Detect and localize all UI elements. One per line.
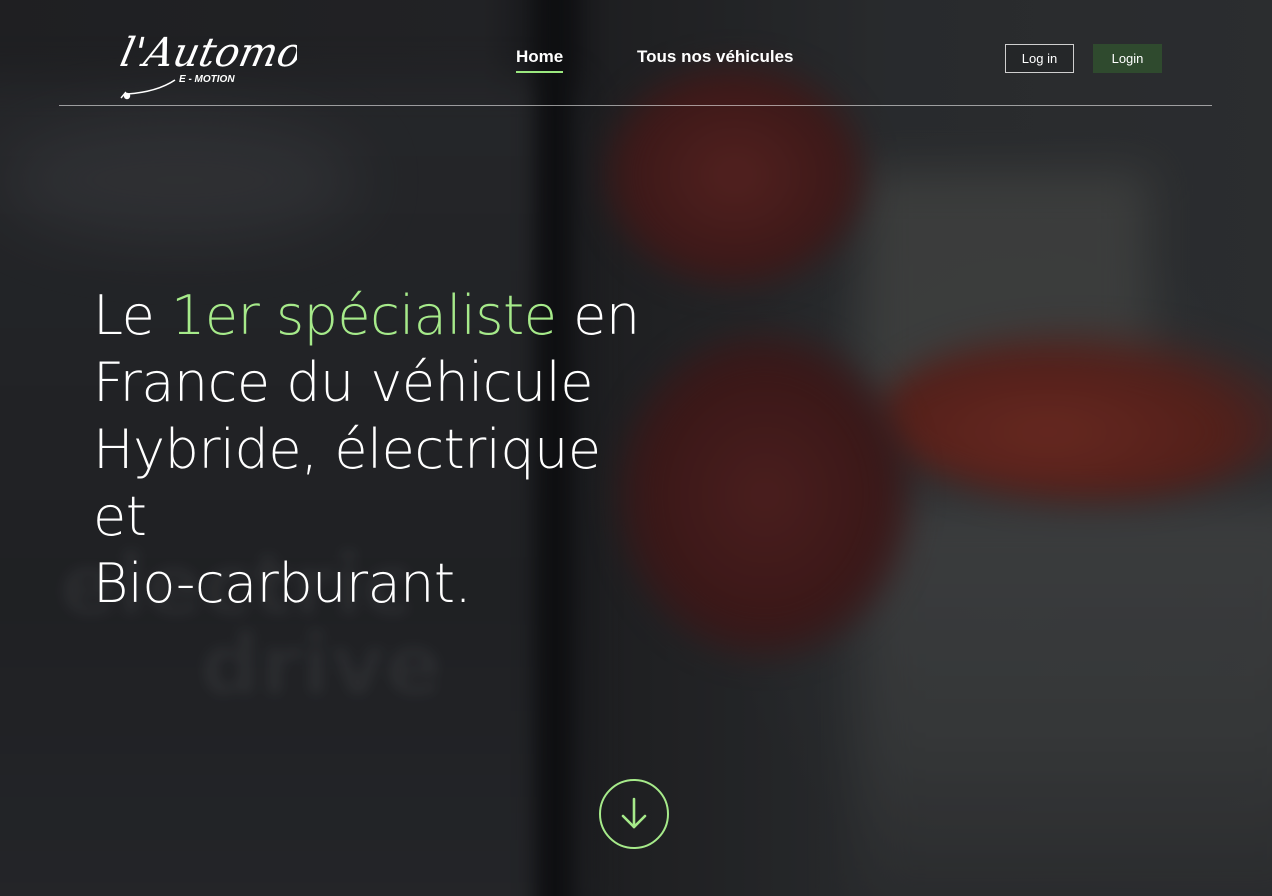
- svg-text:l'Automobile: l'Automobile: [117, 28, 297, 75]
- brand-logo[interactable]: l'Automobile E - MOTION: [117, 16, 297, 102]
- svg-text:E - MOTION: E - MOTION: [179, 74, 235, 85]
- nav-vehicles-link[interactable]: Tous nos véhicules: [637, 47, 794, 67]
- hero-headline: Le 1er spécialiste en France du véhicule H…: [93, 282, 653, 617]
- headline-line4: Bio-carburant.: [93, 552, 472, 615]
- nav-home-link[interactable]: Home: [516, 47, 564, 73]
- hero-section: electric drive l'Automobile E - MOTION H…: [0, 0, 1272, 896]
- headline-prefix: Le: [93, 284, 172, 347]
- login-button-label: Login: [1111, 51, 1144, 66]
- headline-line2: France du véhicule: [93, 351, 593, 414]
- headline-accent: 1er spécialiste: [171, 284, 557, 347]
- log-in-button-label: Log in: [1021, 51, 1058, 66]
- scroll-down-button[interactable]: [599, 779, 669, 849]
- log-in-button[interactable]: Log in: [1005, 44, 1074, 73]
- arrow-down-icon: [621, 797, 647, 829]
- login-button[interactable]: Login: [1093, 44, 1162, 73]
- headline-line3: Hybride, électrique et: [93, 418, 601, 548]
- site-header: l'Automobile E - MOTION Home Tous nos vé…: [59, 0, 1212, 106]
- headline-line1-suffix: en: [556, 284, 640, 347]
